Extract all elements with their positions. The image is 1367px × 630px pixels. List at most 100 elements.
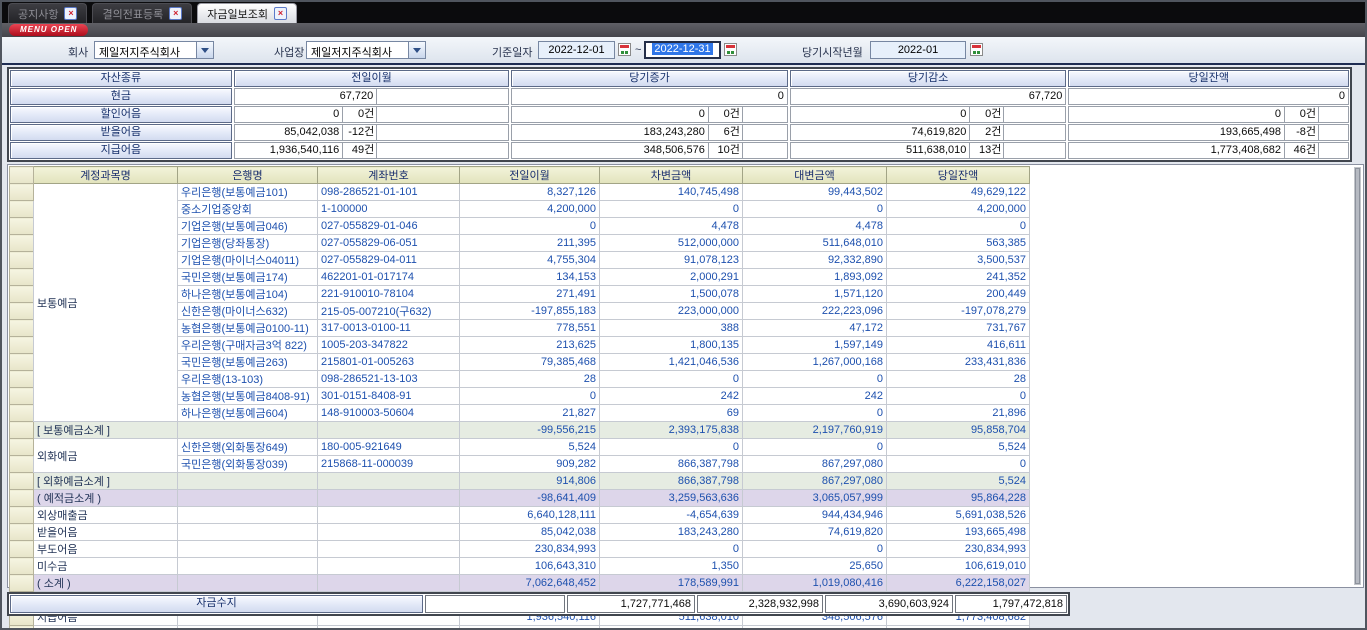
row-indicator-cell[interactable] — [10, 626, 34, 630]
account-number-cell — [318, 558, 460, 575]
carry-cell: 4,200,000 — [460, 201, 600, 218]
tab-voucher-entry[interactable]: 결의전표등록 — [92, 3, 192, 23]
credit-cell: 1,597,149 — [743, 337, 887, 354]
summary-filler-cell — [743, 142, 788, 159]
balance-cell: 731,767 — [887, 320, 1030, 337]
debit-cell: 0 — [600, 439, 743, 456]
row-indicator-cell[interactable] — [10, 507, 34, 524]
row-indicator-header — [10, 167, 34, 184]
row-indicator-cell[interactable] — [10, 201, 34, 218]
calendar-icon[interactable] — [970, 43, 983, 56]
row-indicator-cell[interactable] — [10, 218, 34, 235]
debit-cell: 0 — [600, 201, 743, 218]
row-indicator-cell[interactable] — [10, 184, 34, 201]
summary-amount-cell: 67,720 — [790, 88, 1067, 105]
summary-value-group: 00건 — [790, 106, 1067, 123]
tab-close-icon[interactable] — [274, 7, 287, 20]
carry-cell: 213,625 — [460, 337, 600, 354]
summary-row: 지급어음1,936,540,11649건348,506,57610건511,63… — [10, 142, 1349, 159]
credit-cell: 0 — [743, 405, 887, 422]
detail-table-body: 보통예금우리은행(보통예금101)098-286521-01-1018,327,… — [10, 184, 1030, 630]
balance-cell: 5,524 — [887, 439, 1030, 456]
row-indicator-cell[interactable] — [10, 320, 34, 337]
bank-name-cell — [178, 473, 318, 490]
row-indicator-cell[interactable] — [10, 575, 34, 592]
account-label-cell: 미수금 — [34, 558, 178, 575]
row-indicator-cell[interactable] — [10, 286, 34, 303]
row-indicator-cell[interactable] — [10, 235, 34, 252]
row-indicator-cell[interactable] — [10, 541, 34, 558]
scrollbar-thumb[interactable] — [1355, 168, 1360, 584]
row-indicator-cell[interactable] — [10, 456, 34, 473]
carry-cell: 8,327,126 — [460, 184, 600, 201]
credit-cell: 0 — [743, 201, 887, 218]
period-start-input[interactable]: 2022-01 — [870, 41, 966, 59]
row-indicator-cell[interactable] — [10, 490, 34, 507]
bank-name-cell — [178, 626, 318, 630]
row-indicator-cell[interactable] — [10, 405, 34, 422]
calendar-icon[interactable] — [618, 43, 631, 56]
row-indicator-cell[interactable] — [10, 524, 34, 541]
row-indicator-cell[interactable] — [10, 252, 34, 269]
credit-cell: 1,571,120 — [743, 286, 887, 303]
chevron-down-icon[interactable] — [196, 42, 213, 58]
divider — [2, 63, 1365, 65]
row-indicator-cell[interactable] — [10, 422, 34, 439]
account-number-cell — [318, 575, 460, 592]
bank-name-cell — [178, 575, 318, 592]
row-indicator-cell[interactable] — [10, 269, 34, 286]
balance-cell: 0 — [887, 388, 1030, 405]
carry-cell: 5,524 — [460, 439, 600, 456]
credit-cell: 47,172 — [743, 320, 887, 337]
bank-name-cell — [178, 541, 318, 558]
row-indicator-cell[interactable] — [10, 558, 34, 575]
summary-amount-cell: 511,638,010 — [790, 142, 971, 159]
summary-row: 받을어음85,042,038-12건183,243,2806건74,619,82… — [10, 124, 1349, 141]
credit-cell: 511,648,010 — [743, 235, 887, 252]
carry-cell: 85,042,038 — [460, 524, 600, 541]
period-start-label: 당기시작년월 — [802, 44, 863, 60]
account-number-cell: 215801-01-005263 — [318, 354, 460, 371]
row-indicator-cell[interactable] — [10, 439, 34, 456]
account-number-cell: 215868-11-000039 — [318, 456, 460, 473]
vertical-scrollbar[interactable] — [1354, 167, 1361, 585]
row-indicator-cell[interactable] — [10, 473, 34, 490]
site-select[interactable]: 제일저지주식회사 — [306, 41, 426, 59]
calendar-icon[interactable] — [724, 43, 737, 56]
company-select[interactable]: 제일저지주식회사 — [94, 41, 214, 59]
balance-cell: 95,864,228 — [887, 490, 1030, 507]
summary-count-cell: 0건 — [343, 106, 377, 123]
date-from-input[interactable]: 2022-12-01 — [538, 41, 615, 59]
carry-cell: 914,806 — [460, 473, 600, 490]
row-indicator-cell[interactable] — [10, 337, 34, 354]
row-indicator-cell[interactable] — [10, 303, 34, 320]
debit-cell: 242 — [600, 388, 743, 405]
tab-close-icon[interactable] — [64, 7, 77, 20]
chevron-down-icon[interactable] — [408, 42, 425, 58]
table-row: 미수금106,643,3101,35025,650106,619,010 — [10, 558, 1030, 575]
debit-cell: 178,589,991 — [600, 575, 743, 592]
row-indicator-cell[interactable] — [10, 388, 34, 405]
credit-cell: 222,223,096 — [743, 303, 887, 320]
row-indicator-cell[interactable] — [10, 371, 34, 388]
tab-daily-funds-report[interactable]: 자금일보조회 — [197, 3, 297, 23]
account-number-cell — [318, 541, 460, 558]
table-row: ( 예적금소계 )-98,641,4093,259,563,6363,065,0… — [10, 490, 1030, 507]
summary-filler-cell — [1319, 124, 1349, 141]
bank-name-cell: 우리은행(보통예금101) — [178, 184, 318, 201]
summary-filler-cell — [743, 124, 788, 141]
row-indicator-cell[interactable] — [10, 354, 34, 371]
carry-cell: 230,834,993 — [460, 541, 600, 558]
credit-cell: 1,893,092 — [743, 269, 887, 286]
tab-notice[interactable]: 공지사항 — [8, 3, 87, 23]
bank-name-cell: 중소기업중앙회 — [178, 201, 318, 218]
date-to-input[interactable]: 2022-12-31 — [644, 41, 721, 59]
credit-cell: 1,019,080,416 — [743, 575, 887, 592]
summary-count-cell: -12건 — [343, 124, 377, 141]
balance-cell: 237,214,605 — [887, 626, 1030, 630]
summary-filler-cell — [377, 142, 509, 159]
debit-cell: 2,393,175,838 — [600, 422, 743, 439]
carry-cell: -99,556,215 — [460, 422, 600, 439]
tab-close-icon[interactable] — [169, 7, 182, 20]
menu-open-button[interactable]: MENU OPEN — [9, 24, 88, 36]
